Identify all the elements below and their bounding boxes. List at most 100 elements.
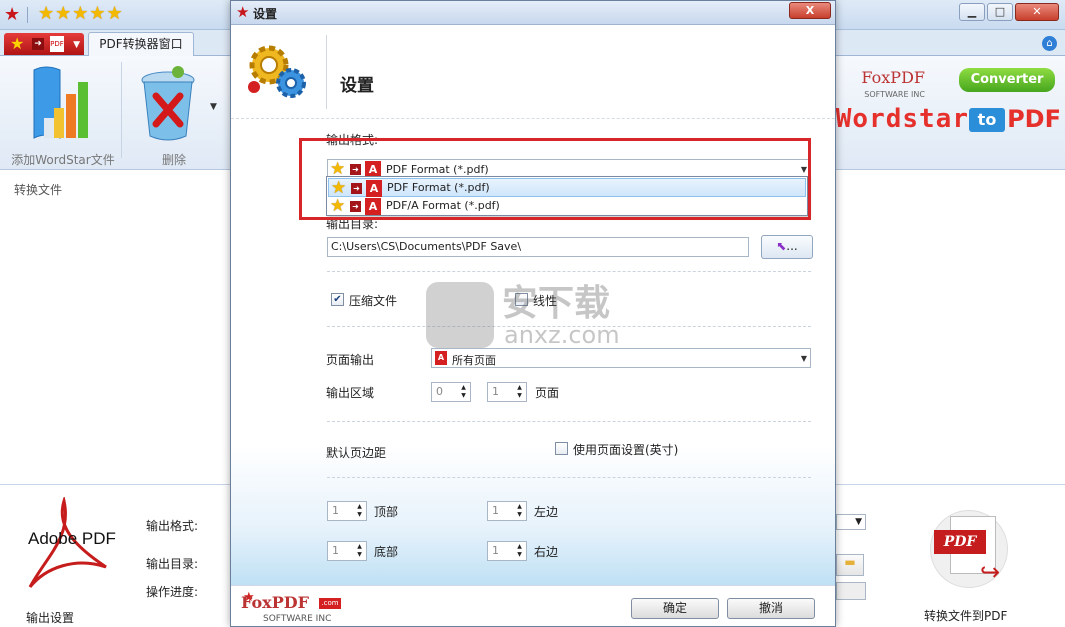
pdf-badge: PDF (934, 530, 986, 554)
format-dropdown[interactable]: ▼ (836, 514, 866, 530)
annotation-highlight (299, 138, 811, 220)
margin-right-spinner[interactable]: 1 ▲ ▼ (487, 541, 527, 561)
footer-logo-com: .com (319, 598, 341, 609)
chevron-down-icon: ▼ (73, 40, 80, 50)
compress-checkbox[interactable]: ✔ (331, 293, 344, 306)
dialog-header: 设置 (231, 25, 835, 119)
page-output-value: 所有页面 (452, 354, 496, 367)
app-logo-icon: ★ (4, 4, 21, 25)
range-to-value: 1 (492, 385, 499, 398)
foxpdf-logo: ★ FoxPDF .com SOFTWARE INC (241, 590, 351, 624)
cancel-button[interactable]: 撤消 (727, 598, 815, 619)
add-file-label: 添加WordStar文件 (11, 153, 115, 167)
folder-icon[interactable]: ▬ (836, 554, 864, 576)
footer-logo-inc: SOFTWARE INC (263, 614, 332, 624)
dialog-close-button[interactable]: X (789, 2, 831, 19)
chevron-down-icon: ▼ (800, 354, 807, 363)
app-logo-icon: ★ (236, 3, 250, 21)
page-output-label: 页面输出 (326, 353, 375, 367)
arrow-icon: ➜ (32, 38, 44, 50)
maximize-icon[interactable]: □ (987, 3, 1013, 21)
header-title: 设置 (340, 76, 374, 96)
margin-bottom-value: 1 (332, 544, 339, 557)
add-chart-icon (33, 66, 88, 139)
dialog-footer: ★ FoxPDF .com SOFTWARE INC 确定 撤消 (231, 585, 835, 626)
brand-wordstar: Wordstar (835, 104, 969, 134)
arrow-icon: ↪ (980, 558, 1001, 586)
pdf-icon: A (435, 351, 447, 365)
use-page-settings-checkbox[interactable] (555, 442, 568, 455)
rating-stars[interactable]: ★★★★★ (38, 4, 124, 24)
browse-label: ... (786, 239, 798, 253)
spinner-arrows-icon[interactable]: ▲ ▼ (514, 543, 525, 559)
use-page-settings-label: 使用页面设置(英寸) (573, 443, 679, 457)
header-separator (326, 35, 327, 109)
file-list-header: 转换文件 (14, 183, 63, 197)
close-icon[interactable]: ✕ (1015, 3, 1059, 21)
range-label: 输出区域 (326, 386, 375, 400)
ok-button[interactable]: 确定 (631, 598, 719, 619)
margin-bottom-spinner[interactable]: 1 ▲ ▼ (327, 541, 367, 561)
output-settings-caption[interactable]: 输出设置 (26, 609, 74, 626)
divider (327, 477, 811, 478)
margin-left-label: 左边 (534, 505, 559, 519)
output-dir-input[interactable]: C:\Users\CS\Documents\PDF Save\ (327, 237, 749, 257)
range-unit-label: 页面 (535, 386, 560, 400)
margin-label: 默认页边距 (326, 446, 387, 460)
spinner-arrows-icon[interactable]: ▲ ▼ (354, 503, 365, 519)
page-output-select[interactable]: A 所有页面 ▼ (431, 348, 811, 368)
home-icon[interactable]: ⌂ (1042, 36, 1057, 51)
window-controls: ▁ □ ✕ (959, 3, 1059, 21)
margin-left-spinner[interactable]: 1 ▲ ▼ (487, 501, 527, 521)
cursor-icon: ⬉ (776, 239, 787, 253)
minimize-icon[interactable]: ▁ (959, 3, 985, 21)
range-from-spinner[interactable]: 0 ▲ ▼ (431, 382, 471, 402)
add-file-button[interactable]: 添加WordStar文件 (8, 56, 118, 170)
recycle-bin-icon (141, 66, 195, 141)
output-format-label: 输出格式: (146, 519, 199, 533)
app-menu-button[interactable]: ★ ➜ PDF ▼ (4, 33, 84, 55)
spinner-arrows-icon[interactable]: ▲ ▼ (458, 384, 469, 400)
progress-label: 操作进度: (146, 585, 199, 599)
convert-to-pdf-button[interactable]: PDF ↪ (930, 508, 1010, 588)
brand-converter-badge: Converter (959, 68, 1055, 92)
ribbon-separator (121, 62, 122, 158)
margin-top-value: 1 (332, 504, 339, 517)
quick-access-separator (27, 7, 28, 23)
margin-top-label: 顶部 (374, 505, 399, 519)
progress-bar (836, 582, 866, 600)
star-icon: ★ (10, 34, 25, 53)
divider (327, 326, 811, 327)
delete-button[interactable]: 删除 (126, 56, 222, 170)
browse-button[interactable]: ⬉... (761, 235, 813, 259)
settings-dialog: ★ 设置 X 设置 输出格式: ★ ➜ A PDF Format (*.pdf)… (230, 0, 836, 627)
divider (327, 421, 811, 422)
brand-fox: FoxPDF (861, 68, 925, 87)
spinner-arrows-icon[interactable]: ▲ ▼ (354, 543, 365, 559)
chevron-down-icon[interactable]: ▼ (210, 102, 217, 112)
spinner-arrows-icon[interactable]: ▲ ▼ (514, 503, 525, 519)
output-dir-label: 输出目录: (146, 557, 199, 571)
margin-right-value: 1 (492, 544, 499, 557)
range-to-spinner[interactable]: 1 ▲ ▼ (487, 382, 527, 402)
brand-banner: FoxPDF Converter SOFTWARE INC Wordstar t… (833, 60, 1065, 140)
margin-right-label: 右边 (534, 545, 559, 559)
convert-caption[interactable]: 转换文件到PDF (924, 607, 1007, 624)
linear-checkbox[interactable] (515, 293, 528, 306)
footer-logo-fox: FoxPDF (241, 593, 309, 612)
spinner-arrows-icon[interactable]: ▲ ▼ (514, 384, 525, 400)
brand-inc: SOFTWARE INC (864, 90, 925, 99)
margin-left-value: 1 (492, 504, 499, 517)
brand-to: to (969, 108, 1005, 132)
range-from-value: 0 (436, 385, 443, 398)
delete-label: 删除 (161, 153, 186, 167)
tab-pdf-converter[interactable]: PDF转换器窗口 (88, 32, 194, 57)
adobe-pdf-text: Adobe PDF (28, 529, 116, 548)
brand-pdf: PDF (1007, 105, 1061, 133)
margin-top-spinner[interactable]: 1 ▲ ▼ (327, 501, 367, 521)
linear-label: 线性 (533, 294, 558, 308)
margin-bottom-label: 底部 (374, 545, 399, 559)
compress-label: 压缩文件 (349, 294, 398, 308)
gear-icon (248, 45, 306, 98)
divider (327, 271, 811, 272)
